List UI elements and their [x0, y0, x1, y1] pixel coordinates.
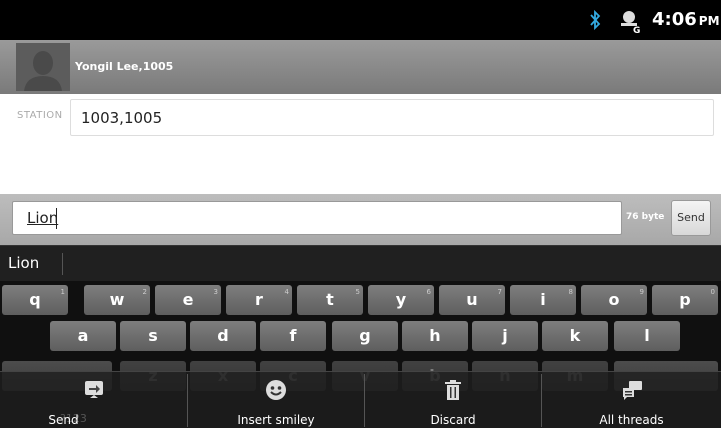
key-hint: 3 — [213, 288, 218, 296]
menu-label: All threads — [599, 413, 664, 427]
key-hint: 1 — [60, 288, 65, 296]
key-label: w — [109, 290, 125, 309]
message-text: Lion — [27, 209, 59, 227]
menu-label: Discard — [430, 413, 476, 427]
key-hint: 6 — [426, 288, 431, 296]
key-label: o — [608, 290, 620, 309]
key-t[interactable]: t5 — [297, 285, 363, 315]
key-hint: 5 — [355, 288, 360, 296]
options-menu: ?123 Send Insert smiley Discard All thre… — [0, 371, 721, 428]
gtalk-status-icon: G — [621, 11, 640, 34]
contact-name: Yongil Lee,1005 — [75, 60, 174, 73]
key-hint: 8 — [568, 288, 573, 296]
menu-item-all-threads[interactable]: All threads — [542, 372, 721, 428]
key-label: y — [395, 290, 407, 309]
key-p[interactable]: p0 — [652, 285, 718, 315]
send-message-icon — [84, 381, 103, 398]
key-label: r — [255, 290, 263, 309]
key-g[interactable]: g — [332, 321, 398, 351]
text-caret — [56, 208, 57, 229]
key-label: u — [466, 290, 478, 309]
svg-text:G: G — [633, 26, 640, 34]
contact-silhouette-icon — [16, 43, 70, 91]
key-hint: 0 — [710, 288, 715, 296]
byte-counter: 76 byte — [626, 212, 665, 222]
key-s[interactable]: s — [120, 321, 186, 351]
key-r[interactable]: r4 — [226, 285, 292, 315]
trash-icon — [445, 380, 461, 400]
key-q[interactable]: q1 — [2, 285, 68, 315]
clock-time: 4:06 — [652, 9, 697, 30]
key-h[interactable]: h — [402, 321, 468, 351]
menu-item-send[interactable]: Send — [0, 372, 187, 428]
key-label: p — [679, 290, 691, 309]
smiley-icon — [266, 380, 286, 400]
key-hint: 9 — [639, 288, 644, 296]
message-compose-screen: Yongil Lee,1005 STATION 1003,1005 — [0, 40, 721, 194]
station-value: 1003,1005 — [81, 109, 163, 127]
key-k[interactable]: k — [542, 321, 608, 351]
compose-bar: Lion — [0, 194, 721, 245]
suggestion-divider — [62, 253, 63, 275]
message-input[interactable]: Lion — [12, 201, 622, 235]
status-clock: 4:06 PM — [652, 6, 720, 35]
key-hint: 2 — [142, 288, 147, 296]
bluetooth-icon — [590, 9, 601, 31]
station-field[interactable]: 1003,1005 — [70, 99, 714, 136]
suggestion-word[interactable]: Lion — [8, 254, 39, 272]
key-d[interactable]: d — [190, 321, 256, 351]
menu-item-insert-smiley[interactable]: Insert smiley — [188, 372, 364, 428]
menu-label: Insert smiley — [237, 413, 315, 427]
status-bar: G 4:06 PM — [0, 0, 721, 40]
key-i[interactable]: i8 — [510, 285, 576, 315]
threads-icon — [622, 381, 642, 400]
key-j[interactable]: j — [472, 321, 538, 351]
station-label: STATION — [17, 110, 63, 121]
clock-ampm: PM — [698, 14, 720, 28]
key-u[interactable]: u7 — [439, 285, 505, 315]
key-f[interactable]: f — [260, 321, 326, 351]
key-l[interactable]: l — [614, 321, 680, 351]
menu-item-discard[interactable]: Discard — [365, 372, 541, 428]
key-label: q — [29, 290, 41, 309]
key-o[interactable]: o9 — [581, 285, 647, 315]
key-y[interactable]: y6 — [368, 285, 434, 315]
key-label: t — [326, 290, 334, 309]
key-hint: 4 — [284, 288, 289, 296]
avatar[interactable] — [16, 43, 70, 91]
key-w[interactable]: w2 — [84, 285, 150, 315]
contact-header[interactable]: Yongil Lee,1005 — [0, 40, 721, 94]
key-e[interactable]: e3 — [155, 285, 221, 315]
send-button[interactable]: Send — [671, 200, 711, 236]
suggestion-strip: Lion — [0, 245, 721, 281]
key-a[interactable]: a — [50, 321, 116, 351]
key-label: i — [540, 290, 546, 309]
key-label: e — [182, 290, 194, 309]
key-hint: 7 — [497, 288, 502, 296]
menu-label: Send — [48, 413, 79, 427]
